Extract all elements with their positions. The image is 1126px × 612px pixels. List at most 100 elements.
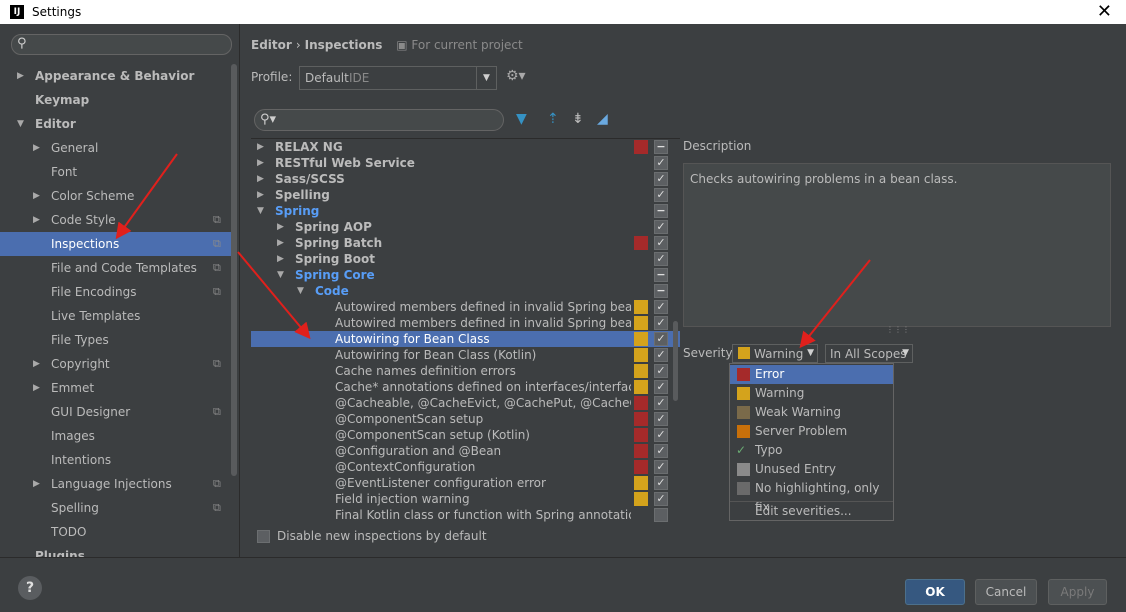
inspection-row[interactable]: Autowired members defined in invalid Spr… <box>251 315 680 331</box>
sidebar-item[interactable]: Plugins <box>0 544 232 557</box>
sidebar-item[interactable]: TODO <box>0 520 232 544</box>
inspection-checkbox[interactable]: − <box>654 268 668 282</box>
severity-option[interactable]: Warning <box>730 384 893 403</box>
sidebar-item[interactable]: ▶ Language Injections ⧉ <box>0 472 232 496</box>
inspection-row[interactable]: Final Kotlin class or function with Spri… <box>251 507 680 522</box>
chevron-down-icon[interactable]: ▼ <box>476 67 496 89</box>
inspection-row[interactable]: Autowiring for Bean Class ✓ <box>251 331 680 347</box>
inspection-checkbox[interactable]: ✓ <box>654 492 668 506</box>
filter-icon[interactable]: ▼ <box>516 111 527 127</box>
profile-select[interactable]: Default IDE ▼ <box>299 66 497 90</box>
ok-button[interactable]: OK <box>905 579 965 605</box>
sidebar-item[interactable]: Keymap <box>0 88 232 112</box>
chevron-right-icon[interactable]: ▶ <box>257 139 264 155</box>
inspection-checkbox[interactable]: ✓ <box>654 476 668 490</box>
inspection-row[interactable]: ▼ Spring Core − <box>251 267 680 283</box>
close-icon[interactable]: ✕ <box>1097 1 1112 22</box>
inspection-checkbox[interactable]: ✓ <box>654 460 668 474</box>
inspection-checkbox[interactable]: ✓ <box>654 412 668 426</box>
inspection-checkbox[interactable]: ✓ <box>654 316 668 330</box>
inspections-scrollbar[interactable] <box>673 321 678 401</box>
sidebar-item[interactable]: ▶ Color Scheme <box>0 184 232 208</box>
inspection-checkbox[interactable] <box>654 508 668 522</box>
inspection-row[interactable]: ▶ Spelling ✓ <box>251 187 680 203</box>
inspection-row[interactable]: @ContextConfiguration ✓ <box>251 459 680 475</box>
chevron-down-icon[interactable]: ▼ <box>297 283 304 299</box>
sidebar-item[interactable]: File Encodings ⧉ <box>0 280 232 304</box>
inspection-checkbox[interactable]: ✓ <box>654 332 668 346</box>
inspection-row[interactable]: Autowiring for Bean Class (Kotlin) ✓ <box>251 347 680 363</box>
inspection-checkbox[interactable]: ✓ <box>654 380 668 394</box>
edit-severities-item[interactable]: Edit severities... <box>755 502 852 521</box>
inspection-row[interactable]: ▼ Code − <box>251 283 680 299</box>
inspection-row[interactable]: ▶ RELAX NG − <box>251 139 680 155</box>
severity-option[interactable]: Server Problem <box>730 422 893 441</box>
sidebar-item[interactable]: Spelling ⧉ <box>0 496 232 520</box>
tree-scrollbar[interactable] <box>231 64 237 476</box>
inspection-checkbox[interactable]: − <box>654 204 668 218</box>
sidebar-item[interactable]: ▶ Copyright ⧉ <box>0 352 232 376</box>
inspection-row[interactable]: Field injection warning ✓ <box>251 491 680 507</box>
inspection-row[interactable]: ▶ Spring Batch ✓ <box>251 235 680 251</box>
inspection-row[interactable]: @Cacheable, @CacheEvict, @CachePut, @Cac… <box>251 395 680 411</box>
inspection-checkbox[interactable]: ✓ <box>654 188 668 202</box>
chevron-right-icon[interactable]: ▶ <box>17 64 24 88</box>
severity-option[interactable]: ✓ Typo <box>730 441 893 460</box>
sidebar-item[interactable]: ▼ Editor <box>0 112 232 136</box>
severity-option[interactable]: Error <box>730 365 893 384</box>
inspection-checkbox[interactable]: ✓ <box>654 444 668 458</box>
gear-icon[interactable]: ⚙▾ <box>506 68 526 84</box>
sidebar-item[interactable]: File Types <box>0 328 232 352</box>
inspection-checkbox[interactable]: ✓ <box>654 236 668 250</box>
inspection-checkbox[interactable]: ✓ <box>654 300 668 314</box>
inspection-checkbox[interactable]: ✓ <box>654 220 668 234</box>
chevron-down-icon[interactable]: ▼ <box>17 112 24 136</box>
sidebar-item[interactable]: File and Code Templates ⧉ <box>0 256 232 280</box>
chevron-right-icon[interactable]: ▶ <box>277 219 284 235</box>
inspection-checkbox[interactable]: ✓ <box>654 428 668 442</box>
cancel-button[interactable]: Cancel <box>975 579 1037 605</box>
sidebar-item[interactable]: Live Templates <box>0 304 232 328</box>
inspection-checkbox[interactable]: ✓ <box>654 396 668 410</box>
chevron-down-icon[interactable]: ▼ <box>277 267 284 283</box>
inspection-row[interactable]: @ComponentScan setup (Kotlin) ✓ <box>251 427 680 443</box>
chevron-down-icon[interactable]: ▼ <box>257 203 264 219</box>
inspection-row[interactable]: Autowired members defined in invalid Spr… <box>251 299 680 315</box>
chevron-right-icon[interactable]: ▶ <box>257 171 264 187</box>
severity-option[interactable]: No highlighting, only fix <box>730 479 893 514</box>
sidebar-item[interactable]: ▶ Emmet <box>0 376 232 400</box>
inspection-row[interactable]: Cache names definition errors ✓ <box>251 363 680 379</box>
inspection-checkbox[interactable]: ✓ <box>654 156 668 170</box>
scope-select[interactable]: In All Scopes ▼ <box>825 344 913 363</box>
inspection-row[interactable]: ▼ Spring − <box>251 203 680 219</box>
chevron-right-icon[interactable]: ▶ <box>33 184 40 208</box>
inspection-checkbox[interactable]: ✓ <box>654 252 668 266</box>
sidebar-item[interactable]: ▶ Code Style ⧉ <box>0 208 232 232</box>
apply-button[interactable]: Apply <box>1048 579 1107 605</box>
splitter-grip-icon[interactable]: ⋮⋮⋮ <box>886 325 910 334</box>
expand-all-icon[interactable]: ⇡ <box>547 111 559 127</box>
inspection-checkbox[interactable]: ✓ <box>654 364 668 378</box>
sidebar-item[interactable]: Images <box>0 424 232 448</box>
chevron-right-icon[interactable]: ▶ <box>33 376 40 400</box>
inspection-row[interactable]: Cache* annotations defined on interfaces… <box>251 379 680 395</box>
inspection-search-input[interactable]: ⚲▾ <box>254 109 504 131</box>
help-icon[interactable]: ? <box>18 576 42 600</box>
chevron-right-icon[interactable]: ▶ <box>277 251 284 267</box>
inspection-row[interactable]: @ComponentScan setup ✓ <box>251 411 680 427</box>
severity-option[interactable]: Weak Warning <box>730 403 893 422</box>
chevron-right-icon[interactable]: ▶ <box>33 208 40 232</box>
severity-option[interactable]: Unused Entry <box>730 460 893 479</box>
inspection-checkbox[interactable]: ✓ <box>654 348 668 362</box>
inspection-checkbox[interactable]: − <box>654 284 668 298</box>
inspection-row[interactable]: @Configuration and @Bean ✓ <box>251 443 680 459</box>
severity-select[interactable]: Warning ▼ <box>732 344 818 363</box>
chevron-right-icon[interactable]: ▶ <box>277 235 284 251</box>
sidebar-item[interactable]: ▶ Appearance & Behavior <box>0 64 232 88</box>
eraser-icon[interactable]: ◢ <box>597 111 608 127</box>
inspection-checkbox[interactable]: − <box>654 140 668 154</box>
sidebar-item[interactable]: Inspections ⧉ <box>0 232 232 256</box>
disable-new-inspections-checkbox[interactable] <box>257 530 270 543</box>
inspection-row[interactable]: ▶ Spring AOP ✓ <box>251 219 680 235</box>
chevron-right-icon[interactable]: ▶ <box>33 472 40 496</box>
